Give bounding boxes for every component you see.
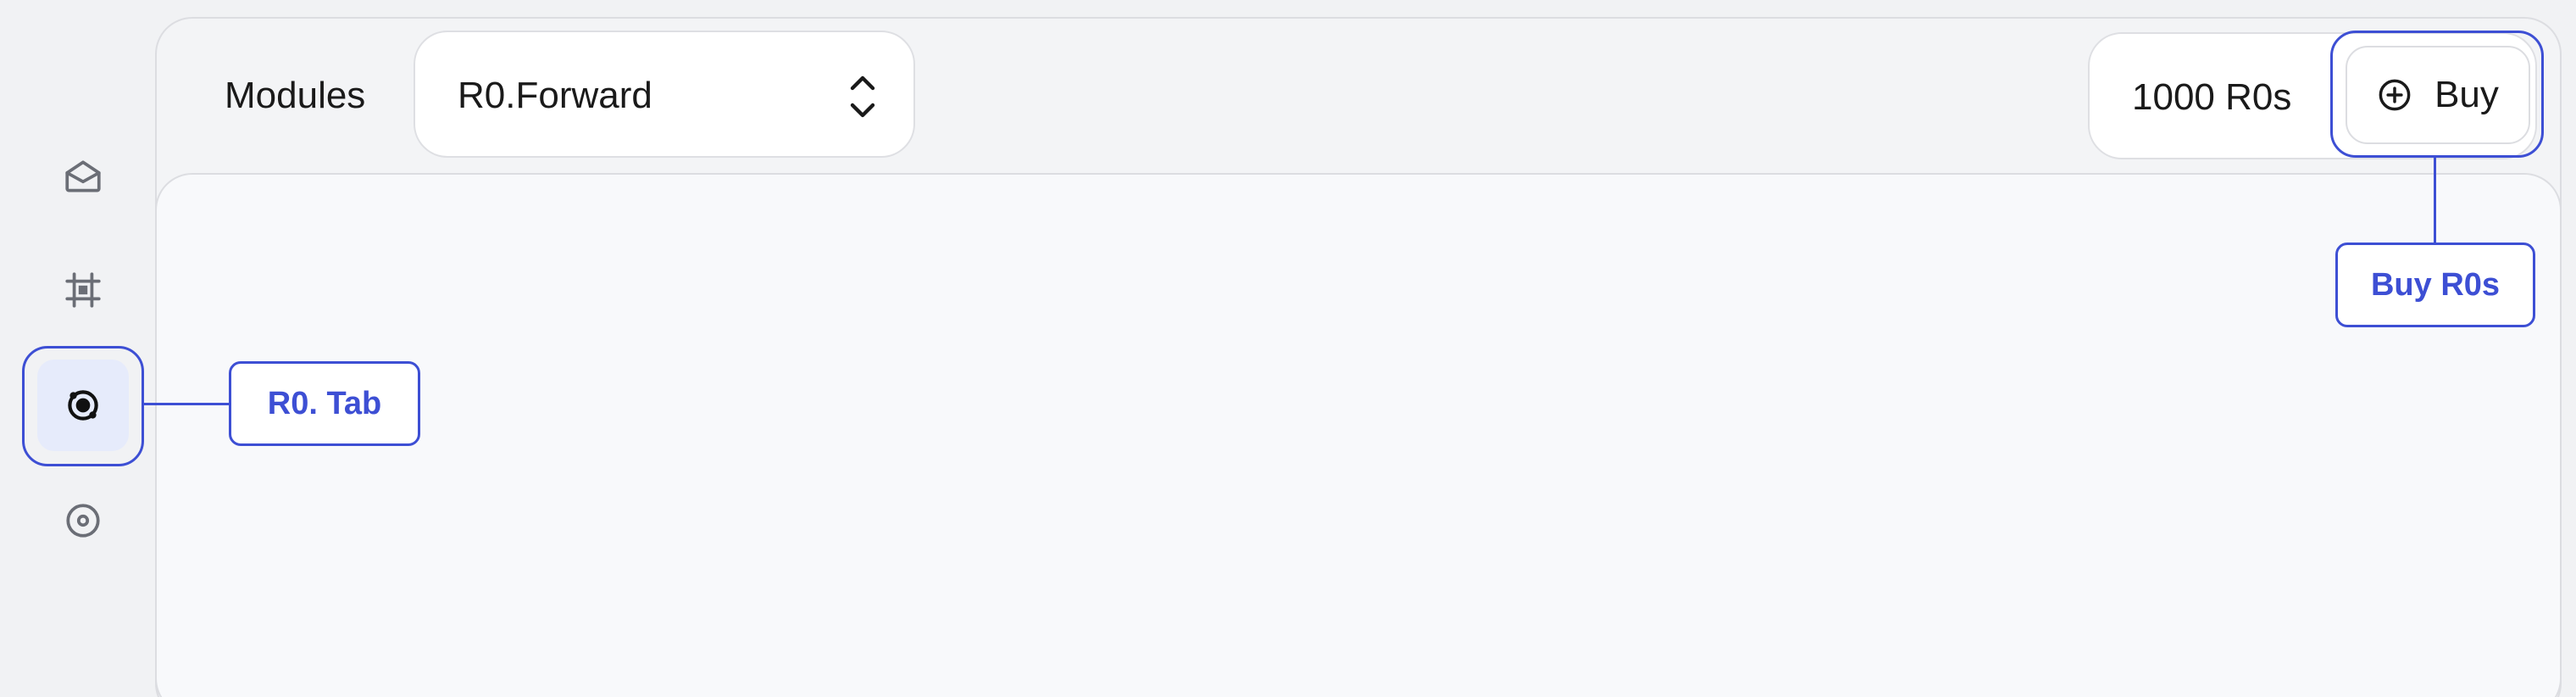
frame-icon bbox=[65, 272, 101, 308]
r0-tab-callout: R0. Tab bbox=[229, 361, 420, 446]
buy-r0s-callout: Buy R0s bbox=[2335, 243, 2535, 327]
content-area bbox=[155, 173, 2562, 697]
sidebar-item-inbox[interactable] bbox=[37, 131, 129, 222]
sidebar-item-modules[interactable] bbox=[37, 244, 129, 336]
buy-connector bbox=[2434, 158, 2436, 244]
sidebar-item-view[interactable] bbox=[37, 475, 129, 566]
module-select[interactable]: R0.Forward bbox=[414, 31, 915, 158]
module-select-value: R0.Forward bbox=[458, 75, 652, 116]
app-root: Modules R0.Forward 1000 R0s Buy R0. Tab … bbox=[0, 0, 2576, 697]
r0-tab-highlight bbox=[22, 346, 144, 466]
chevron-up-down-icon bbox=[850, 75, 875, 118]
modules-label: Modules bbox=[225, 75, 366, 116]
r0-tab-connector bbox=[144, 403, 230, 405]
buy-highlight bbox=[2330, 31, 2544, 158]
eye-icon bbox=[66, 504, 100, 538]
mail-open-icon bbox=[65, 160, 101, 192]
balance-value: 1000 R0s bbox=[2132, 76, 2292, 118]
